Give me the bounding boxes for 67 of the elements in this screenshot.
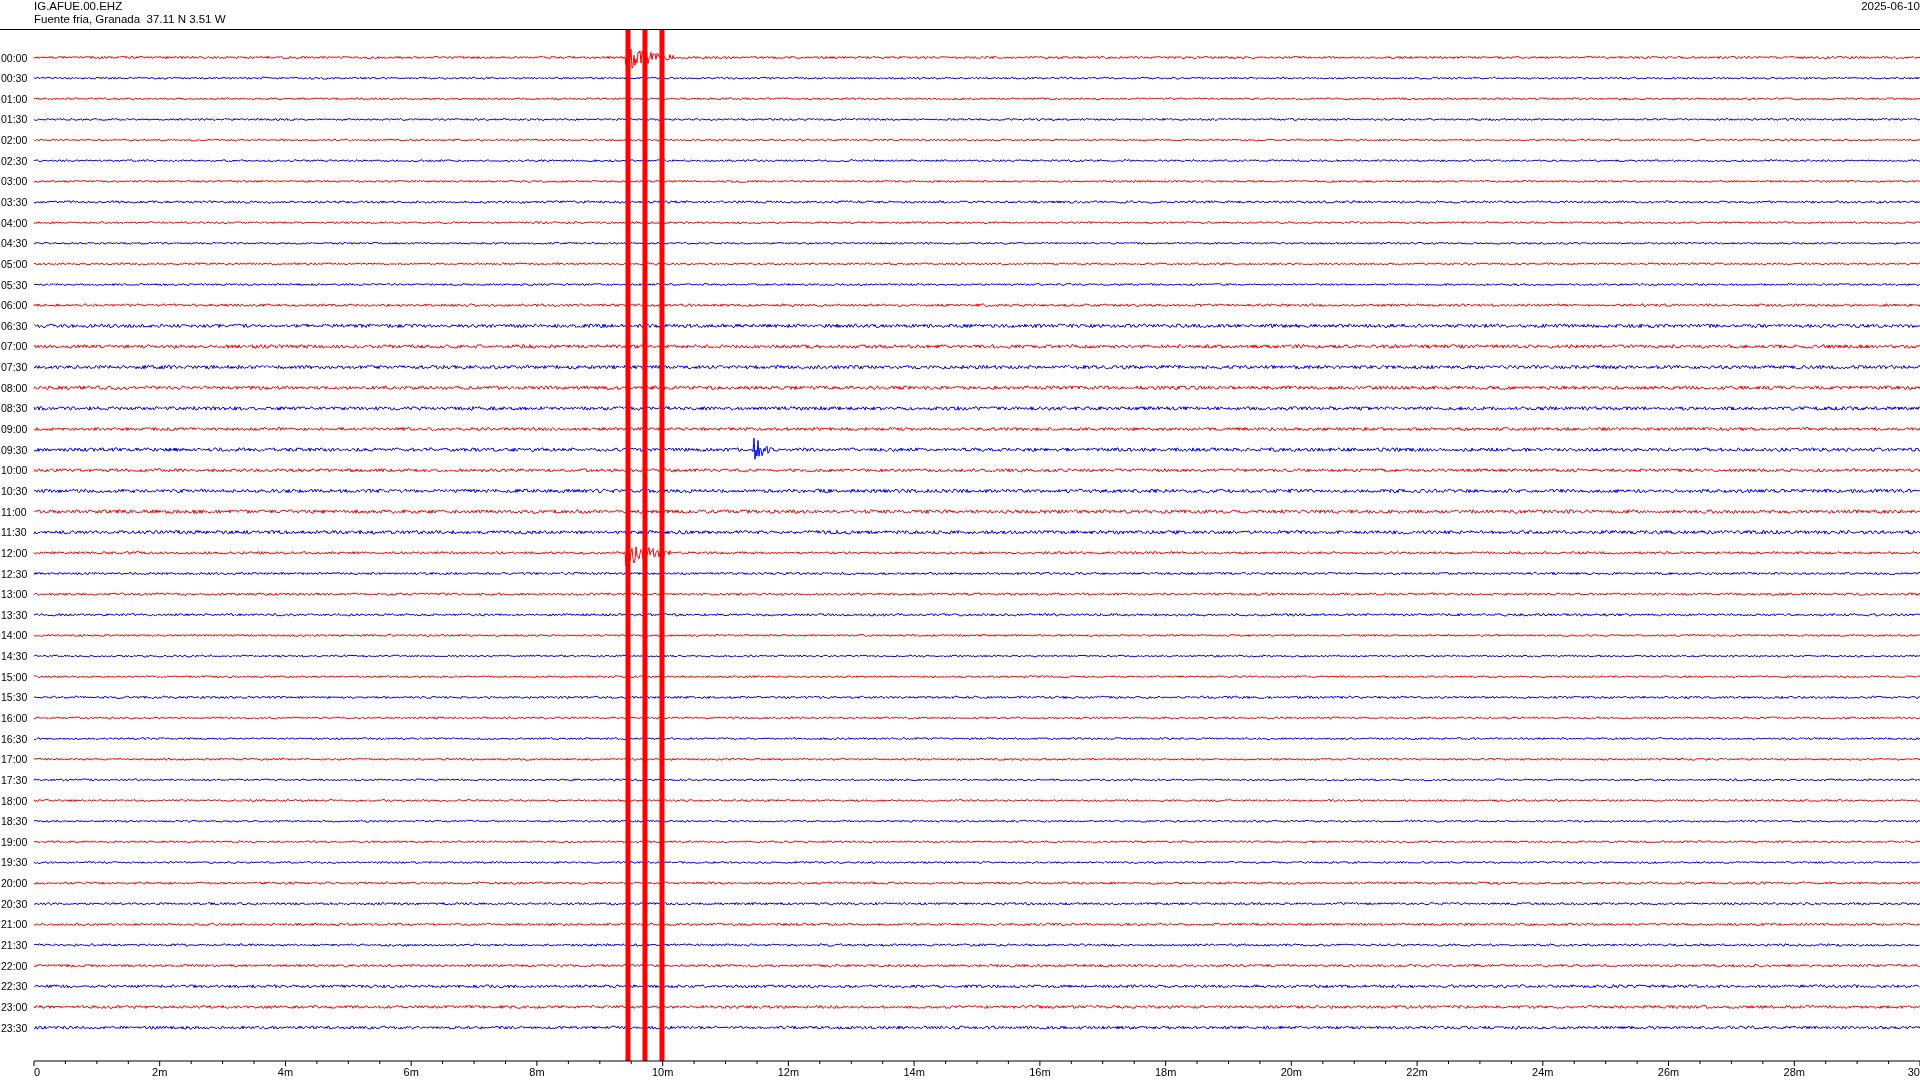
time-label: 01:00 [1, 92, 28, 105]
station-location: Fuente fria, Granada 37.11 N 3.51 W [34, 13, 226, 26]
axis-label: 0 [34, 1066, 41, 1078]
time-label: 07:30 [1, 361, 28, 374]
time-label: 20:00 [1, 877, 28, 890]
time-label: 10:00 [1, 464, 28, 477]
time-label: 20:30 [1, 897, 28, 910]
time-label: 22:30 [1, 980, 28, 993]
time-label: 22:00 [1, 959, 28, 972]
time-label: 16:30 [1, 732, 28, 745]
time-label: 08:00 [1, 381, 28, 394]
time-label: 03:00 [1, 175, 28, 188]
time-label: 05:00 [1, 257, 28, 270]
time-label: 12:30 [1, 567, 28, 580]
time-label: 10:30 [1, 484, 28, 497]
time-label: 19:30 [1, 856, 28, 869]
station-code: IG.AFUE.00.EHZ [34, 0, 124, 13]
axis-label: 8m [529, 1066, 545, 1078]
time-label: 14:00 [1, 629, 28, 642]
time-label: 02:00 [1, 134, 28, 147]
axis-label: 6m [403, 1066, 419, 1078]
axis-label: 4m [277, 1066, 294, 1078]
time-label: 04:00 [1, 216, 28, 229]
time-label: 00:30 [1, 72, 28, 85]
time-label: 18:30 [1, 815, 28, 828]
time-label: 09:00 [1, 423, 28, 435]
axis-label: 30 [1907, 1066, 1920, 1078]
time-label: 15:00 [1, 670, 28, 683]
time-label: 17:30 [1, 773, 28, 786]
axis-label: 10m [651, 1066, 674, 1078]
time-label: 06:00 [1, 299, 28, 312]
time-label: 23:00 [1, 1000, 28, 1013]
time-label: 08:30 [1, 402, 28, 415]
time-label: 18:00 [1, 794, 28, 807]
time-label: 09:30 [1, 443, 28, 456]
time-label: 19:00 [1, 835, 28, 848]
axis-label: 26m [1657, 1066, 1680, 1078]
time-label: 12:00 [1, 546, 28, 559]
time-label: 23:30 [1, 1021, 28, 1034]
axis-label: 2m [152, 1066, 168, 1078]
plot-date: 2025-06-10 [1861, 0, 1920, 13]
time-label: 11:30 [1, 526, 27, 539]
time-label: 05:30 [1, 278, 28, 291]
time-label: 13:30 [1, 608, 28, 621]
axis-label: 20m [1280, 1066, 1303, 1078]
time-label: 00:00 [1, 51, 28, 64]
time-label: 14:30 [1, 650, 28, 663]
time-label: 11:00 [1, 505, 27, 518]
time-label: 04:30 [1, 237, 28, 250]
time-label: 07:00 [1, 340, 28, 353]
time-label: 15:30 [1, 691, 28, 704]
time-label: 13:00 [1, 588, 28, 601]
axis-label: 12m [777, 1066, 800, 1078]
time-label: 02:30 [1, 154, 28, 167]
axis-label: 24m [1532, 1066, 1554, 1078]
time-label: 03:30 [1, 196, 28, 208]
time-label: 06:30 [1, 319, 28, 332]
time-label: 17:00 [1, 753, 28, 766]
axis-label: 18m [1154, 1066, 1177, 1078]
time-label: 21:00 [1, 918, 28, 931]
axis-label: 16m [1029, 1066, 1051, 1078]
time-label: 21:30 [1, 939, 28, 951]
time-label: 16:00 [1, 712, 28, 724]
axis-label: 28m [1783, 1066, 1805, 1078]
axis-label: 14m [903, 1066, 925, 1078]
axis-label: 22m [1406, 1066, 1428, 1078]
time-label: 01:30 [1, 113, 28, 126]
